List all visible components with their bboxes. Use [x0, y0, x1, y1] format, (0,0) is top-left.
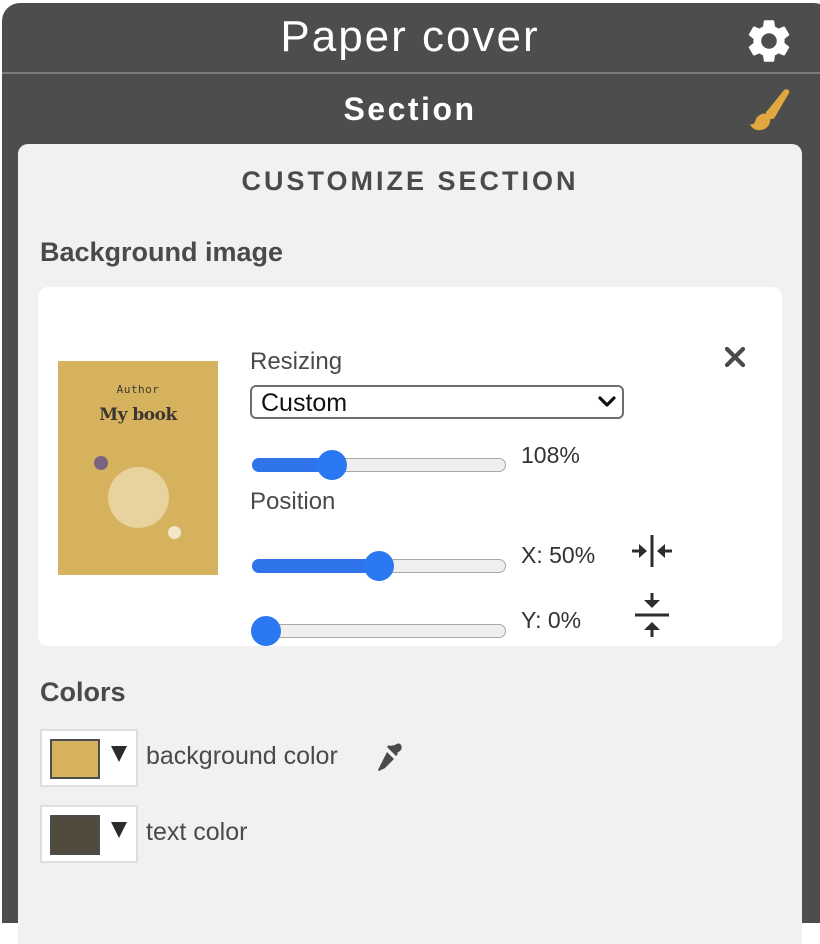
- section-bar: Section: [2, 74, 818, 144]
- position-y-value: Y: 0%: [521, 607, 582, 633]
- position-label: Position: [250, 488, 336, 515]
- background-image-card: Author My book Resizing Custom 108% Posi…: [38, 287, 782, 646]
- resizing-select-value: Custom: [261, 389, 348, 417]
- position-x-slider[interactable]: [252, 551, 506, 581]
- position-y-slider-track: [252, 624, 506, 638]
- triangle-down-icon: [111, 746, 127, 762]
- triangle-down-icon: [111, 822, 127, 838]
- customize-title: CUSTOMIZE SECTION: [241, 166, 579, 196]
- scale-slider-thumb[interactable]: [316, 450, 347, 480]
- center-vertical-icon[interactable]: [634, 592, 670, 638]
- close-icon[interactable]: [723, 345, 747, 369]
- scale-slider[interactable]: [252, 450, 506, 480]
- customize-panel: CUSTOMIZE SECTION Background image Autho…: [18, 144, 802, 944]
- center-horizontal-icon[interactable]: [630, 535, 674, 567]
- resizing-label: Resizing: [250, 348, 343, 375]
- thumbnail-author: Author: [116, 383, 160, 396]
- position-x-slider-thumb[interactable]: [364, 551, 394, 581]
- thumbnail-circle-large: [108, 467, 169, 528]
- thumbnail-dot-purple: [94, 456, 108, 470]
- background-color-label: background color: [146, 742, 338, 770]
- background-color-swatch: [50, 739, 100, 779]
- chevron-down-icon: [598, 396, 616, 407]
- text-color-picker[interactable]: [40, 805, 138, 863]
- scale-value: 108%: [521, 442, 580, 468]
- background-image-heading: Background image: [40, 237, 284, 267]
- background-color-picker[interactable]: [40, 729, 138, 787]
- text-color-swatch: [50, 815, 100, 855]
- gear-icon[interactable]: [743, 15, 795, 67]
- eyedropper-icon[interactable]: [376, 742, 404, 772]
- paintbrush-icon[interactable]: [746, 87, 796, 137]
- section-title: Section: [343, 90, 477, 127]
- position-y-slider[interactable]: [251, 616, 506, 646]
- colors-heading: Colors: [40, 677, 126, 707]
- title-bar: Paper cover: [2, 3, 818, 72]
- position-x-value: X: 50%: [521, 542, 596, 568]
- position-x-slider-fill: [252, 559, 379, 573]
- position-y-slider-thumb[interactable]: [251, 616, 281, 646]
- editor-panel: Paper cover Section CUSTOMIZE SECTION Ba…: [2, 3, 820, 944]
- thumbnail-dot-small: [168, 526, 181, 539]
- text-color-label: text color: [146, 818, 248, 846]
- app-title: Paper cover: [280, 11, 540, 61]
- resizing-select[interactable]: Custom: [250, 385, 624, 419]
- thumbnail-title: My book: [99, 405, 177, 425]
- background-image-thumbnail[interactable]: Author My book: [58, 361, 218, 575]
